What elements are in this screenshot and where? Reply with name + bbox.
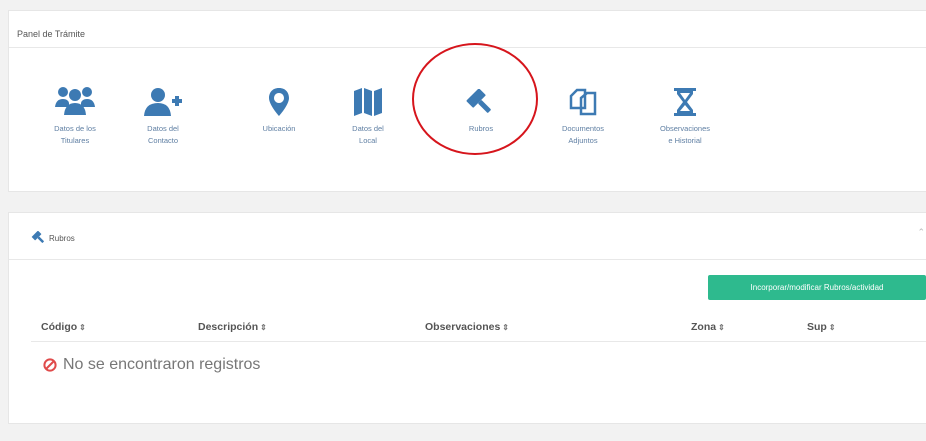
sort-icon: ⇕	[260, 323, 267, 332]
nav-item-contacto[interactable]: Datos del Contacto	[123, 87, 203, 147]
ban-icon	[43, 358, 57, 372]
nav-label: Datos de los Titulares	[54, 124, 96, 145]
sort-icon: ⇕	[502, 323, 509, 332]
empty-message-text: No se encontraron registros	[63, 356, 261, 373]
nav-item-ubicacion[interactable]: Ubicación	[239, 87, 319, 135]
nav-label: Ubicación	[262, 124, 296, 133]
nav-item-observaciones[interactable]: Observaciones e Historial	[645, 87, 725, 147]
column-label: Observaciones	[425, 321, 501, 333]
add-rubros-button[interactable]: Incorporar/modificar Rubros/actividad	[708, 275, 926, 300]
column-header-sup[interactable]: Sup ⇕	[807, 321, 836, 333]
sort-icon: ⇕	[828, 323, 836, 332]
annotation-circle	[412, 43, 538, 155]
column-label: Sup	[807, 321, 827, 333]
section-header: Rubros	[31, 231, 75, 245]
nav-label: Observaciones e Historial	[659, 124, 711, 145]
table-header-divider	[31, 341, 926, 342]
column-header-descripcion[interactable]: Descripción ⇕	[198, 321, 267, 333]
user-plus-icon	[144, 88, 182, 116]
column-header-zona[interactable]: Zona ⇕	[691, 321, 725, 333]
column-header-observaciones[interactable]: Observaciones ⇕	[425, 321, 509, 333]
nav-label: Documentos Adjuntos	[561, 124, 605, 145]
nav-item-documentos[interactable]: Documentos Adjuntos	[543, 87, 623, 147]
files-icon	[569, 88, 597, 116]
column-header-codigo[interactable]: Código ⇕	[41, 321, 86, 333]
empty-message: No se encontraron registros	[43, 356, 260, 374]
section-title: Rubros	[49, 233, 75, 243]
panel-title: Panel de Trámite	[17, 29, 86, 39]
sort-icon: ⇕	[79, 323, 86, 332]
panel-divider	[9, 259, 926, 260]
nav-label: Datos del Contacto	[147, 124, 179, 145]
column-label: Código	[41, 321, 78, 333]
column-label: Zona	[691, 321, 717, 333]
gavel-icon	[31, 231, 44, 243]
collapse-icon[interactable]: ⌃	[917, 227, 925, 238]
map-icon	[354, 88, 382, 116]
panel-rubros: Rubros ⌃ Incorporar/modificar Rubros/act…	[8, 212, 926, 424]
map-marker-icon	[269, 88, 289, 116]
sort-icon: ⇕	[718, 323, 725, 332]
nav-item-local[interactable]: Datos del Local	[328, 87, 408, 147]
nav-item-titulares[interactable]: Datos de los Titulares	[35, 85, 115, 147]
hourglass-icon	[674, 88, 696, 116]
column-label: Descripción	[198, 321, 259, 333]
nav-label: Datos del Local	[352, 124, 384, 145]
users-icon	[55, 87, 95, 115]
